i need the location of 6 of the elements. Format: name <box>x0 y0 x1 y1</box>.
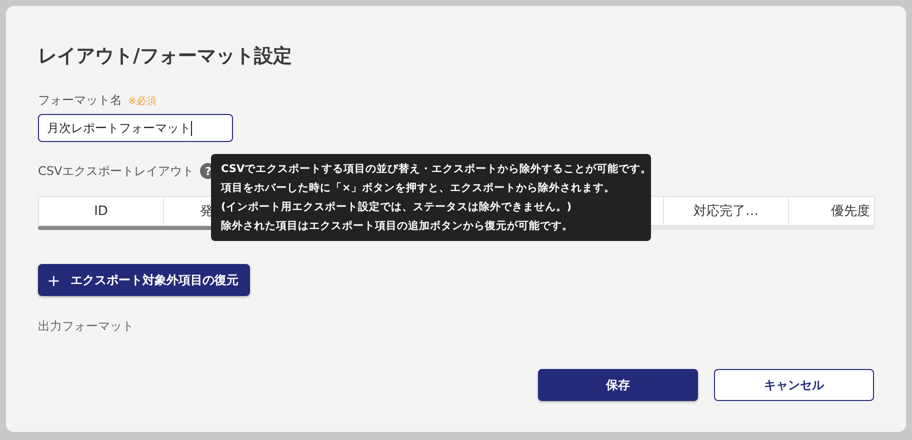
dialog-title: レイアウト/フォーマット設定 <box>38 44 293 68</box>
required-note: ※必須 <box>128 94 156 108</box>
tooltip: CSVでエクスポートする項目の並び替え・エクスポートから除外することが可能です。 項目をホバーした時に「×」ボタンを押すと、エクスポートから除外されます。 (インポート用エクスポート設定では、ステータスは除外できません。) 除外された項目はエクスポート項目の追加ボタンから復元が可能です。 <box>211 154 651 241</box>
field-label: フォーマット名 <box>38 92 122 109</box>
section-label: CSVエクスポートレイアウト <box>38 162 194 180</box>
section-label: 出力フォーマット <box>38 318 135 335</box>
